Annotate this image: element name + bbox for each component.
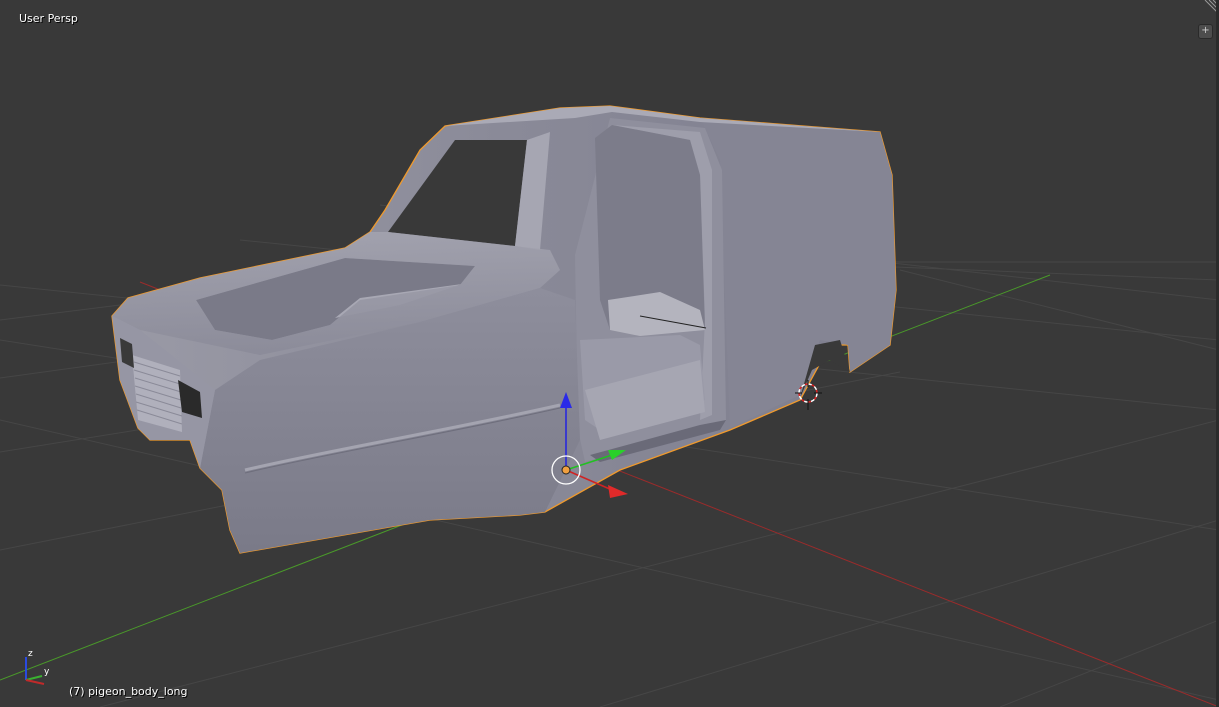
add-region-icon[interactable]: + <box>1198 24 1213 39</box>
van-body-mesh[interactable] <box>111 105 897 554</box>
axis-gizmo-icon: z y <box>25 649 50 685</box>
active-object-label: (7) pigeon_body_long <box>69 685 188 698</box>
3d-viewport[interactable]: z y User Persp (7) pigeon_body_long + <box>0 0 1219 707</box>
viewport-scene[interactable]: z y <box>0 0 1219 707</box>
axis-z-label: z <box>28 649 33 659</box>
view-name-label: User Persp <box>19 12 78 25</box>
axis-y-label: y <box>44 667 50 677</box>
